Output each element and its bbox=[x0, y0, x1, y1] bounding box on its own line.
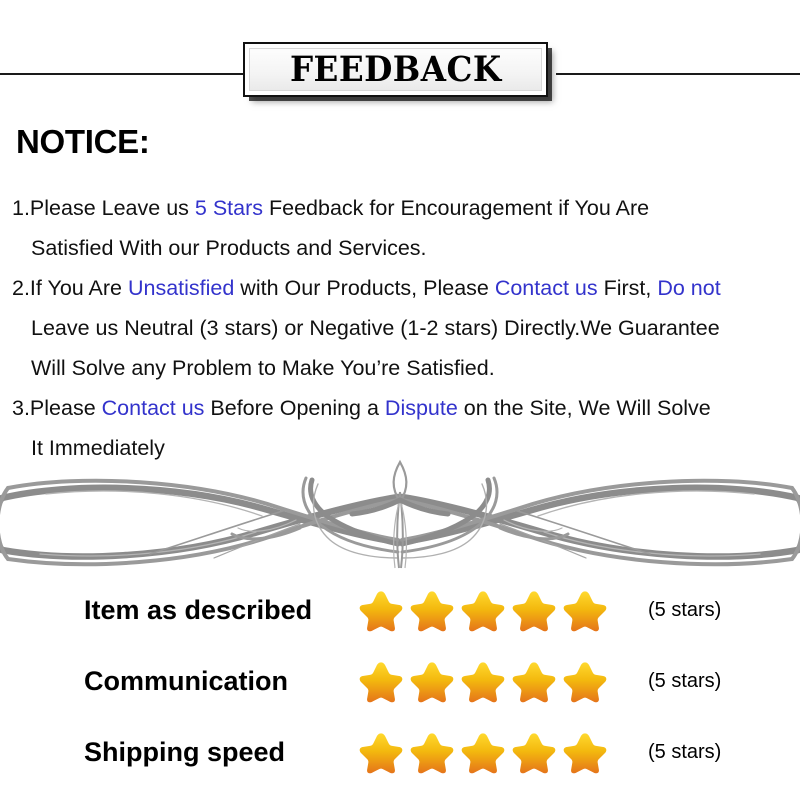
notice-heading: NOTICE: bbox=[16, 123, 150, 160]
notice-line: 2.If You Are Unsatisfied with Our Produc… bbox=[12, 268, 800, 308]
rating-row: Communication (5 stars) bbox=[0, 646, 800, 717]
notice-highlight-text: Unsatisfied bbox=[127, 276, 235, 300]
notice-line: Leave us Neutral (3 stars) or Negative (… bbox=[12, 308, 800, 348]
star-icon bbox=[359, 661, 403, 702]
star-icon bbox=[359, 732, 403, 773]
rating-label: Item as described bbox=[84, 595, 313, 625]
rating-count-label: (5 stars) bbox=[648, 670, 722, 692]
notice-highlight-text: Dispute bbox=[384, 396, 458, 420]
notice-highlight-text: 5 Stars bbox=[194, 196, 264, 220]
notice-highlight-text: Contact us bbox=[494, 276, 598, 300]
star-icon bbox=[563, 732, 607, 773]
star-rating bbox=[358, 589, 608, 633]
star-icon bbox=[410, 661, 454, 702]
notice-highlight-text: Do not bbox=[657, 276, 721, 300]
notice-text: 2.If You Are bbox=[12, 276, 128, 300]
star-icon bbox=[461, 590, 505, 631]
feedback-banner: FEEDBACK bbox=[0, 42, 800, 104]
rating-label: Communication bbox=[84, 666, 289, 696]
star-icon bbox=[512, 732, 556, 773]
notice-line: 1.Please Leave us 5 Stars Feedback for E… bbox=[12, 188, 800, 228]
notice-highlight-text: Contact us bbox=[101, 396, 205, 420]
notice-text: with Our Products, Please bbox=[234, 276, 495, 300]
star-icon bbox=[512, 590, 556, 631]
rating-label: Shipping speed bbox=[84, 737, 286, 767]
rating-count-label: (5 stars) bbox=[648, 599, 722, 621]
notice-text: 3.Please bbox=[12, 396, 102, 420]
star-rating bbox=[358, 660, 608, 704]
notice-text: It Immediately bbox=[31, 436, 165, 460]
notice-text: Feedback for Encouragement if You Are bbox=[263, 196, 650, 220]
feedback-title: FEEDBACK bbox=[289, 49, 502, 90]
star-icon bbox=[512, 661, 556, 702]
notice-text: Before Opening a bbox=[204, 396, 385, 420]
rating-row: Shipping speed (5 stars) bbox=[0, 717, 800, 788]
feedback-title-box: FEEDBACK bbox=[243, 42, 548, 97]
banner-rule-left bbox=[0, 73, 248, 75]
star-icon bbox=[563, 661, 607, 702]
notice-line: Satisfied With our Products and Services… bbox=[12, 228, 800, 268]
notice-list: 1.Please Leave us 5 Stars Feedback for E… bbox=[12, 188, 800, 468]
star-icon bbox=[563, 590, 607, 631]
notice-text: Satisfied With our Products and Services… bbox=[31, 236, 427, 260]
star-icon bbox=[410, 732, 454, 773]
rating-rows: Item as described (5 stars) Communication (… bbox=[0, 575, 800, 788]
notice-text: on the Site, We Will Solve bbox=[457, 396, 711, 420]
star-icon bbox=[359, 590, 403, 631]
notice-text: First, bbox=[597, 276, 658, 300]
rating-count-label: (5 stars) bbox=[648, 741, 722, 763]
notice-line: 3.Please Contact us Before Opening a Dis… bbox=[12, 388, 800, 428]
rating-row: Item as described (5 stars) bbox=[0, 575, 800, 646]
notice-text: Leave us Neutral (3 stars) or Negative (… bbox=[31, 316, 720, 340]
notice-text: Will Solve any Problem to Make You’re Sa… bbox=[31, 356, 495, 380]
star-icon bbox=[410, 590, 454, 631]
notice-text: 1.Please Leave us bbox=[12, 196, 195, 220]
filigree-ornament-icon bbox=[0, 458, 800, 570]
notice-line: Will Solve any Problem to Make You’re Sa… bbox=[12, 348, 800, 388]
star-icon bbox=[461, 732, 505, 773]
star-icon bbox=[461, 661, 505, 702]
banner-rule-right bbox=[556, 73, 800, 75]
star-rating bbox=[358, 731, 608, 775]
